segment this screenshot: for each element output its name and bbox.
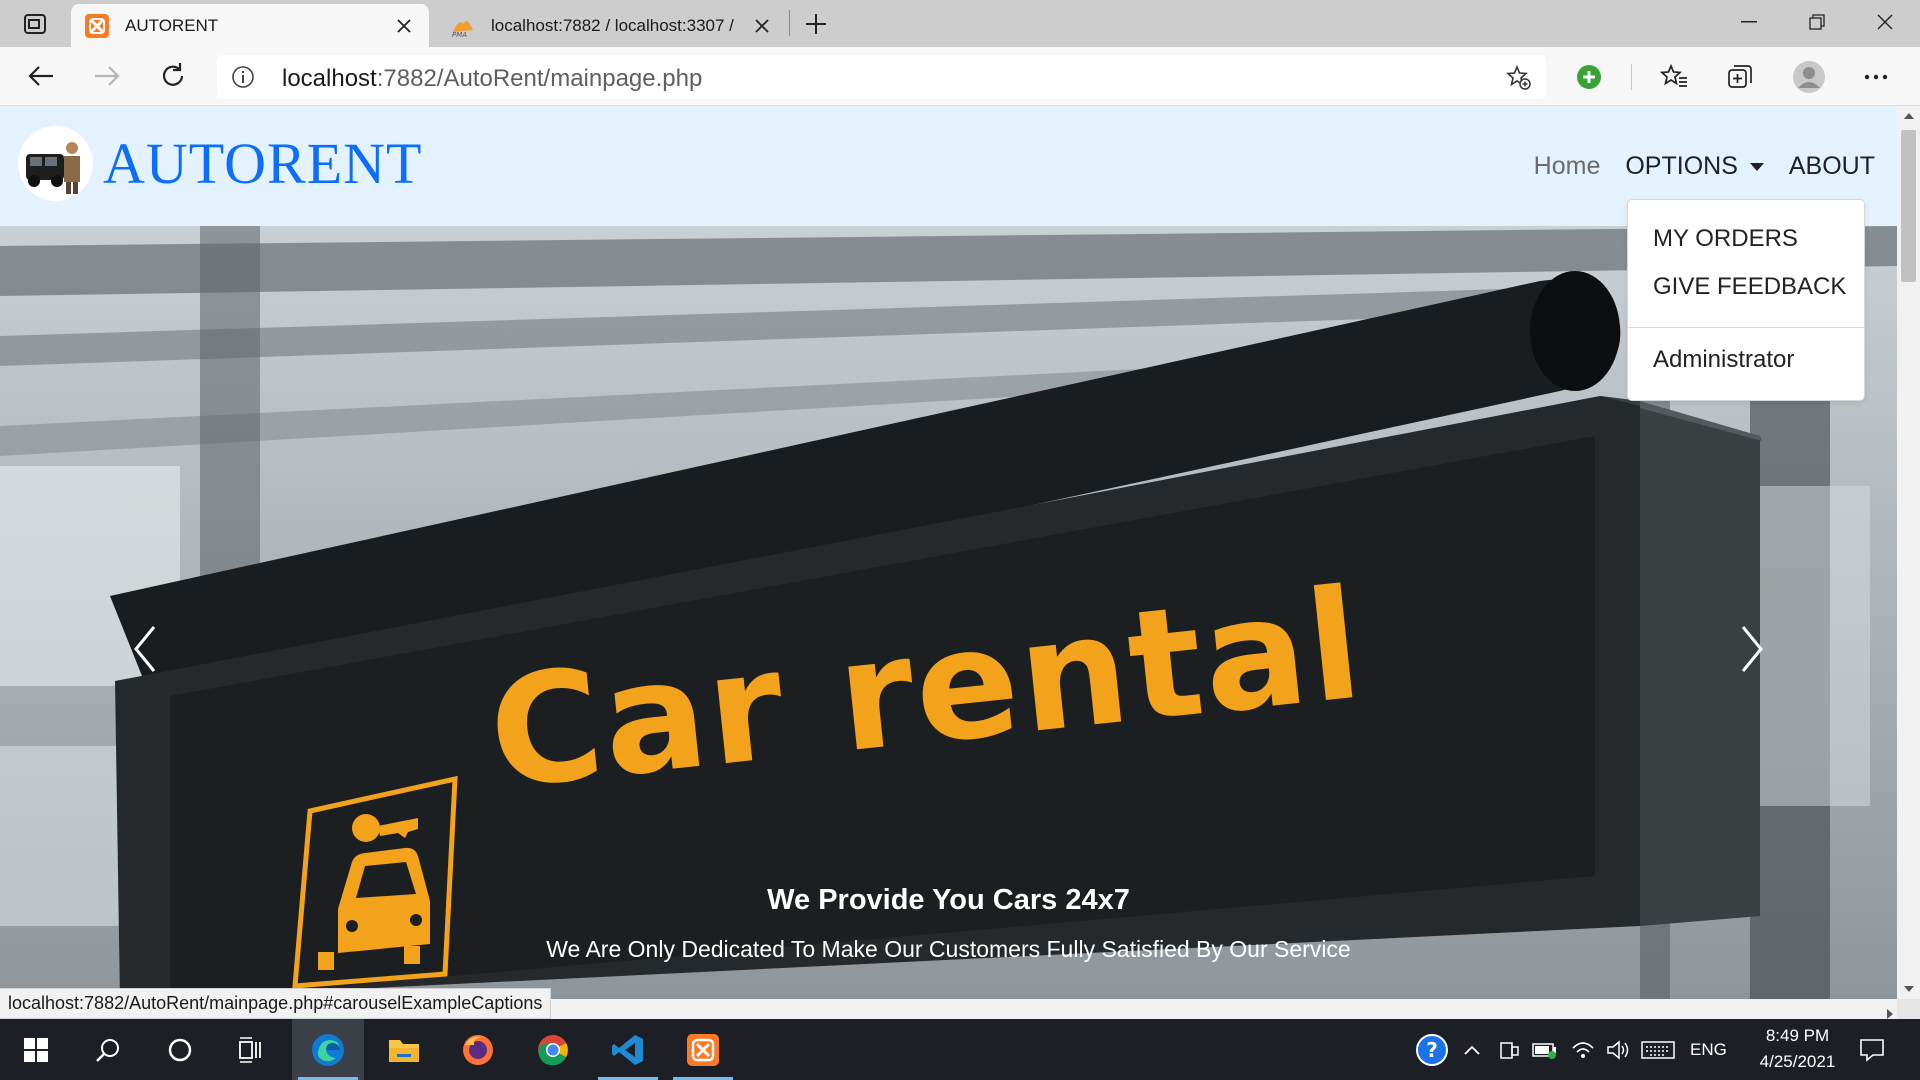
nav-options-label: OPTIONS [1625, 152, 1738, 180]
dropdown-item-administrator[interactable]: Administrator [1653, 346, 1794, 374]
carousel-caption-title-layer: We Provide You Cars 24x7 [0, 884, 1897, 917]
tab-title: AUTORENT [125, 15, 219, 35]
nav-about[interactable]: ABOUT [1789, 152, 1875, 181]
tab-autorent[interactable]: AUTORENT [71, 4, 429, 47]
back-icon[interactable] [20, 55, 62, 97]
dropdown-divider [1628, 327, 1864, 328]
address-bar[interactable]: localhost:7882/AutoRent/mainpage.php [217, 55, 1546, 99]
tab-title: localhost:7882 / localhost:3307 / [491, 15, 734, 35]
site-navbar: AUTORENT Home OPTIONS ABOUT [0, 106, 1897, 226]
url-host: localhost [282, 65, 377, 92]
search-icon[interactable] [72, 1019, 144, 1080]
scroll-corner [1897, 999, 1920, 1019]
browser-toolbar: localhost:7882/AutoRent/mainpage.php [0, 47, 1920, 106]
address-url[interactable]: localhost:7882/AutoRent/mainpage.php [282, 65, 702, 93]
clock-date[interactable]: 4/25/2021 [1745, 1052, 1850, 1072]
dropdown-item-my-orders[interactable]: MY ORDERS [1653, 225, 1798, 253]
show-hidden-icons-icon[interactable] [1457, 1035, 1487, 1065]
browser-tab-strip: AUTORENT PMA localhost:7882 / localhost:… [0, 0, 1920, 47]
brand[interactable]: AUTORENT [18, 126, 422, 201]
dropdown-item-give-feedback[interactable]: GIVE FEEDBACK [1653, 273, 1846, 301]
language-indicator[interactable]: ENG [1690, 1040, 1727, 1060]
clock-time[interactable]: 8:49 PM [1755, 1026, 1840, 1046]
minimize-icon[interactable] [1715, 0, 1783, 44]
site-info-icon[interactable] [231, 65, 255, 89]
options-dropdown-menu: MY ORDERS GIVE FEEDBACK Administrator [1627, 199, 1865, 401]
caret-down-icon [1749, 162, 1764, 171]
wifi-icon[interactable] [1568, 1035, 1598, 1065]
favorites-icon[interactable] [1658, 61, 1690, 93]
carousel-caption-heading: We Provide You Cars 24x7 [767, 884, 1130, 916]
scroll-up-icon[interactable] [1897, 106, 1920, 126]
vertical-scrollbar[interactable] [1897, 106, 1920, 999]
svg-text:?: ? [1426, 1038, 1438, 1062]
status-bar-url: localhost:7882/AutoRent/mainpage.php#car… [0, 988, 552, 1019]
collections-icon[interactable] [1724, 61, 1756, 93]
keyboard-icon[interactable] [1640, 1035, 1676, 1065]
vscode-icon[interactable] [592, 1019, 664, 1080]
tab-phpmyadmin[interactable]: PMA localhost:7882 / localhost:3307 / [437, 4, 787, 47]
scroll-thumb[interactable] [1901, 130, 1916, 282]
tab-separator [789, 10, 790, 36]
brand-logo [18, 126, 93, 201]
nav-links: Home OPTIONS ABOUT [1509, 152, 1875, 181]
new-tab-icon[interactable] [800, 9, 832, 39]
scroll-down-icon[interactable] [1897, 979, 1920, 999]
add-favorite-icon[interactable] [1506, 65, 1532, 91]
refresh-icon[interactable] [152, 55, 194, 97]
xampp-icon [85, 13, 109, 38]
windows-start-icon[interactable] [0, 1019, 72, 1080]
xampp-icon[interactable] [667, 1019, 739, 1080]
cortana-icon[interactable] [144, 1019, 216, 1080]
notification-icon[interactable] [1855, 1035, 1889, 1065]
profile-avatar-icon[interactable] [1791, 59, 1827, 95]
firefox-icon[interactable] [442, 1019, 514, 1080]
close-tab-icon[interactable] [393, 15, 415, 37]
tab-actions-icon[interactable] [18, 10, 52, 38]
toolbar-divider [1631, 64, 1632, 90]
windows-taskbar: ? ENG 8:49 PM 4/25/2021 [0, 1019, 1920, 1080]
volume-icon[interactable] [1603, 1035, 1633, 1065]
page-viewport: AUTORENT Home OPTIONS ABOUT MY ORDERS GI… [0, 106, 1897, 999]
phpmyadmin-icon: PMA [452, 20, 473, 38]
extension-plus-icon[interactable] [1573, 61, 1605, 93]
carousel-prev-icon[interactable] [124, 619, 164, 679]
task-view-icon[interactable] [216, 1019, 288, 1080]
carousel-caption-text-layer: We Are Only Dedicated To Make Our Custom… [0, 936, 1897, 963]
svg-text:PMA: PMA [452, 31, 467, 38]
nav-home[interactable]: Home [1534, 152, 1601, 181]
close-tab-icon[interactable] [751, 15, 773, 37]
battery-icon[interactable] [1530, 1035, 1560, 1065]
url-path: :7882/AutoRent/mainpage.php [376, 65, 703, 92]
carousel-next-icon[interactable] [1733, 619, 1773, 679]
chrome-icon[interactable] [517, 1019, 589, 1080]
close-window-icon[interactable] [1851, 0, 1919, 44]
carousel-caption-text: We Are Only Dedicated To Make Our Custom… [546, 936, 1351, 962]
forward-icon[interactable] [86, 55, 128, 97]
file-explorer-icon[interactable] [368, 1019, 440, 1080]
edge-icon[interactable] [292, 1019, 364, 1080]
more-menu-icon[interactable] [1860, 61, 1892, 93]
restore-icon[interactable] [1783, 0, 1851, 44]
nav-options-dropdown[interactable]: OPTIONS [1625, 152, 1764, 181]
help-icon[interactable]: ? [1415, 1033, 1449, 1067]
brand-name: AUTORENT [103, 131, 423, 196]
device-icon[interactable] [1494, 1035, 1524, 1065]
